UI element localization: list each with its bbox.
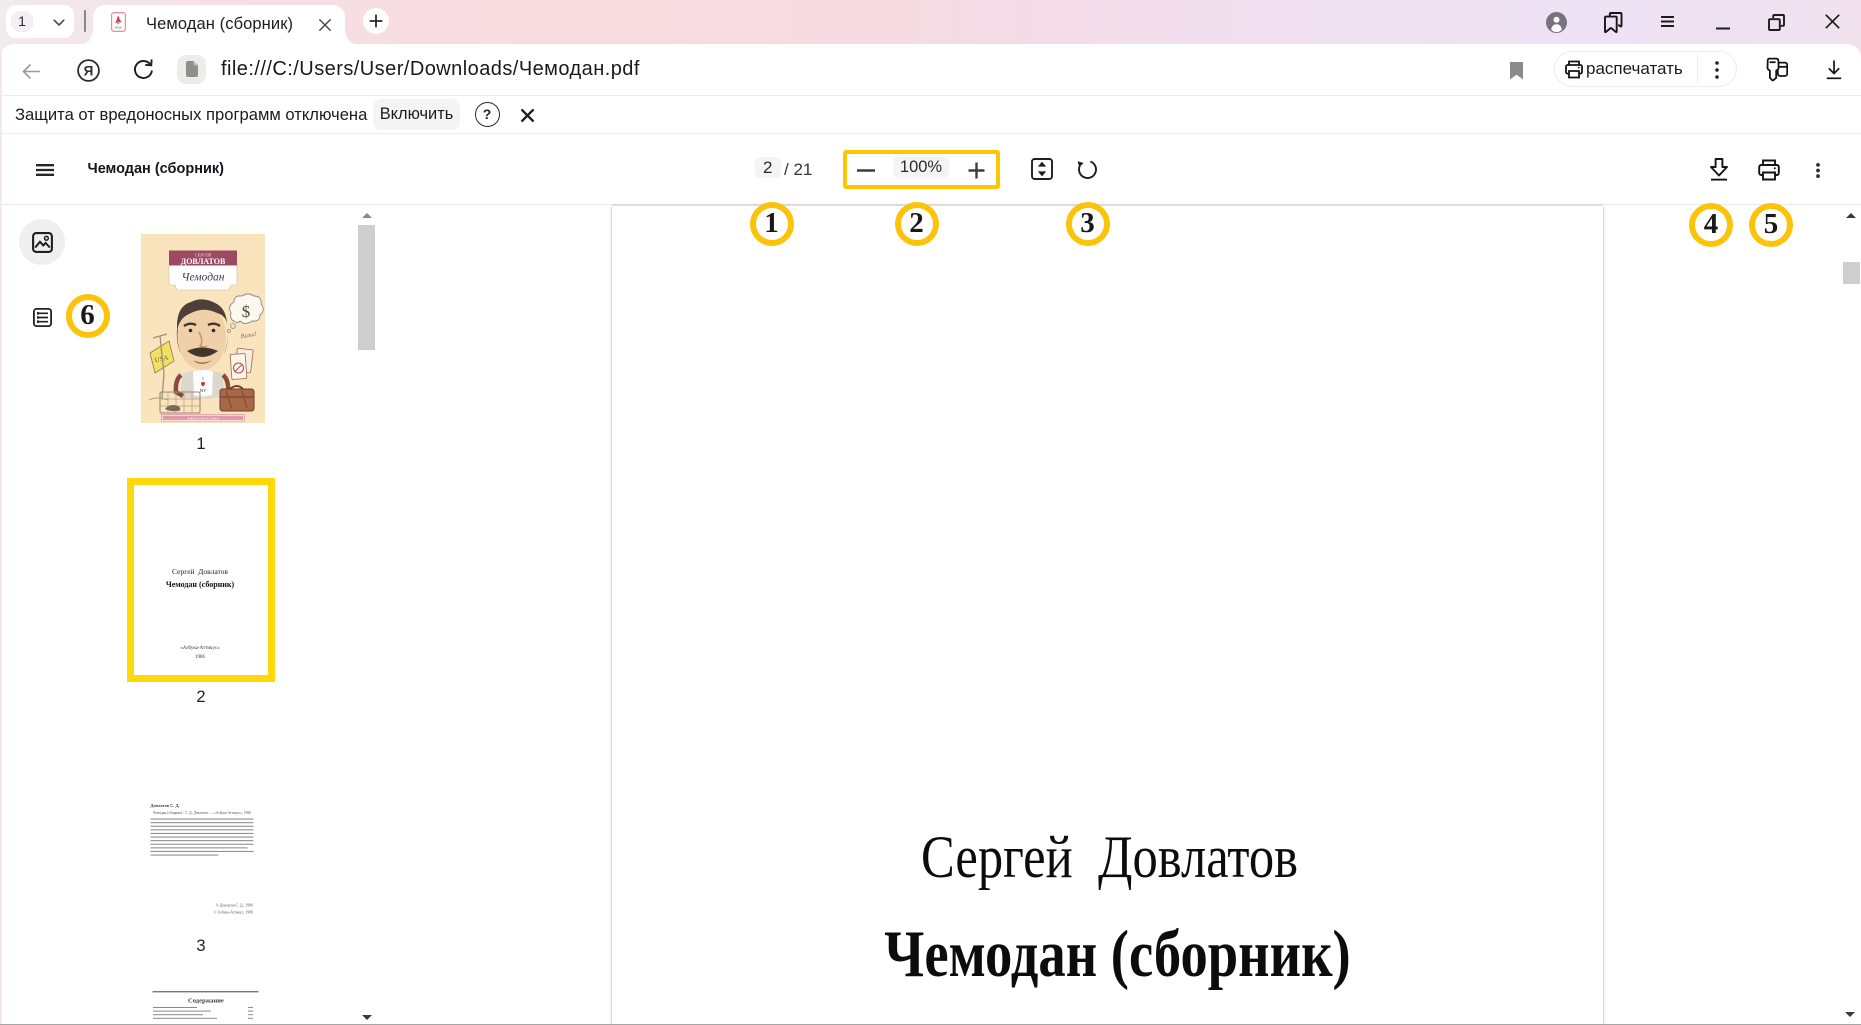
svg-text:АЗБУКА КЛАССИКА: АЗБУКА КЛАССИКА — [186, 417, 219, 421]
svg-text:$: $ — [241, 302, 250, 321]
svg-text:Содержание: Содержание — [188, 998, 224, 1005]
svg-text:I: I — [202, 376, 203, 381]
svg-text:Я: Я — [84, 63, 94, 78]
svg-text:Довлатов С. Д.: Довлатов С. Д. — [151, 803, 180, 808]
svg-text:Чемодан: Чемодан — [181, 272, 224, 284]
svg-text:PDF: PDF — [115, 26, 122, 30]
svg-text:NY: NY — [199, 388, 205, 393]
svg-text:ДОВЛАТОВ: ДОВЛАТОВ — [180, 257, 225, 266]
